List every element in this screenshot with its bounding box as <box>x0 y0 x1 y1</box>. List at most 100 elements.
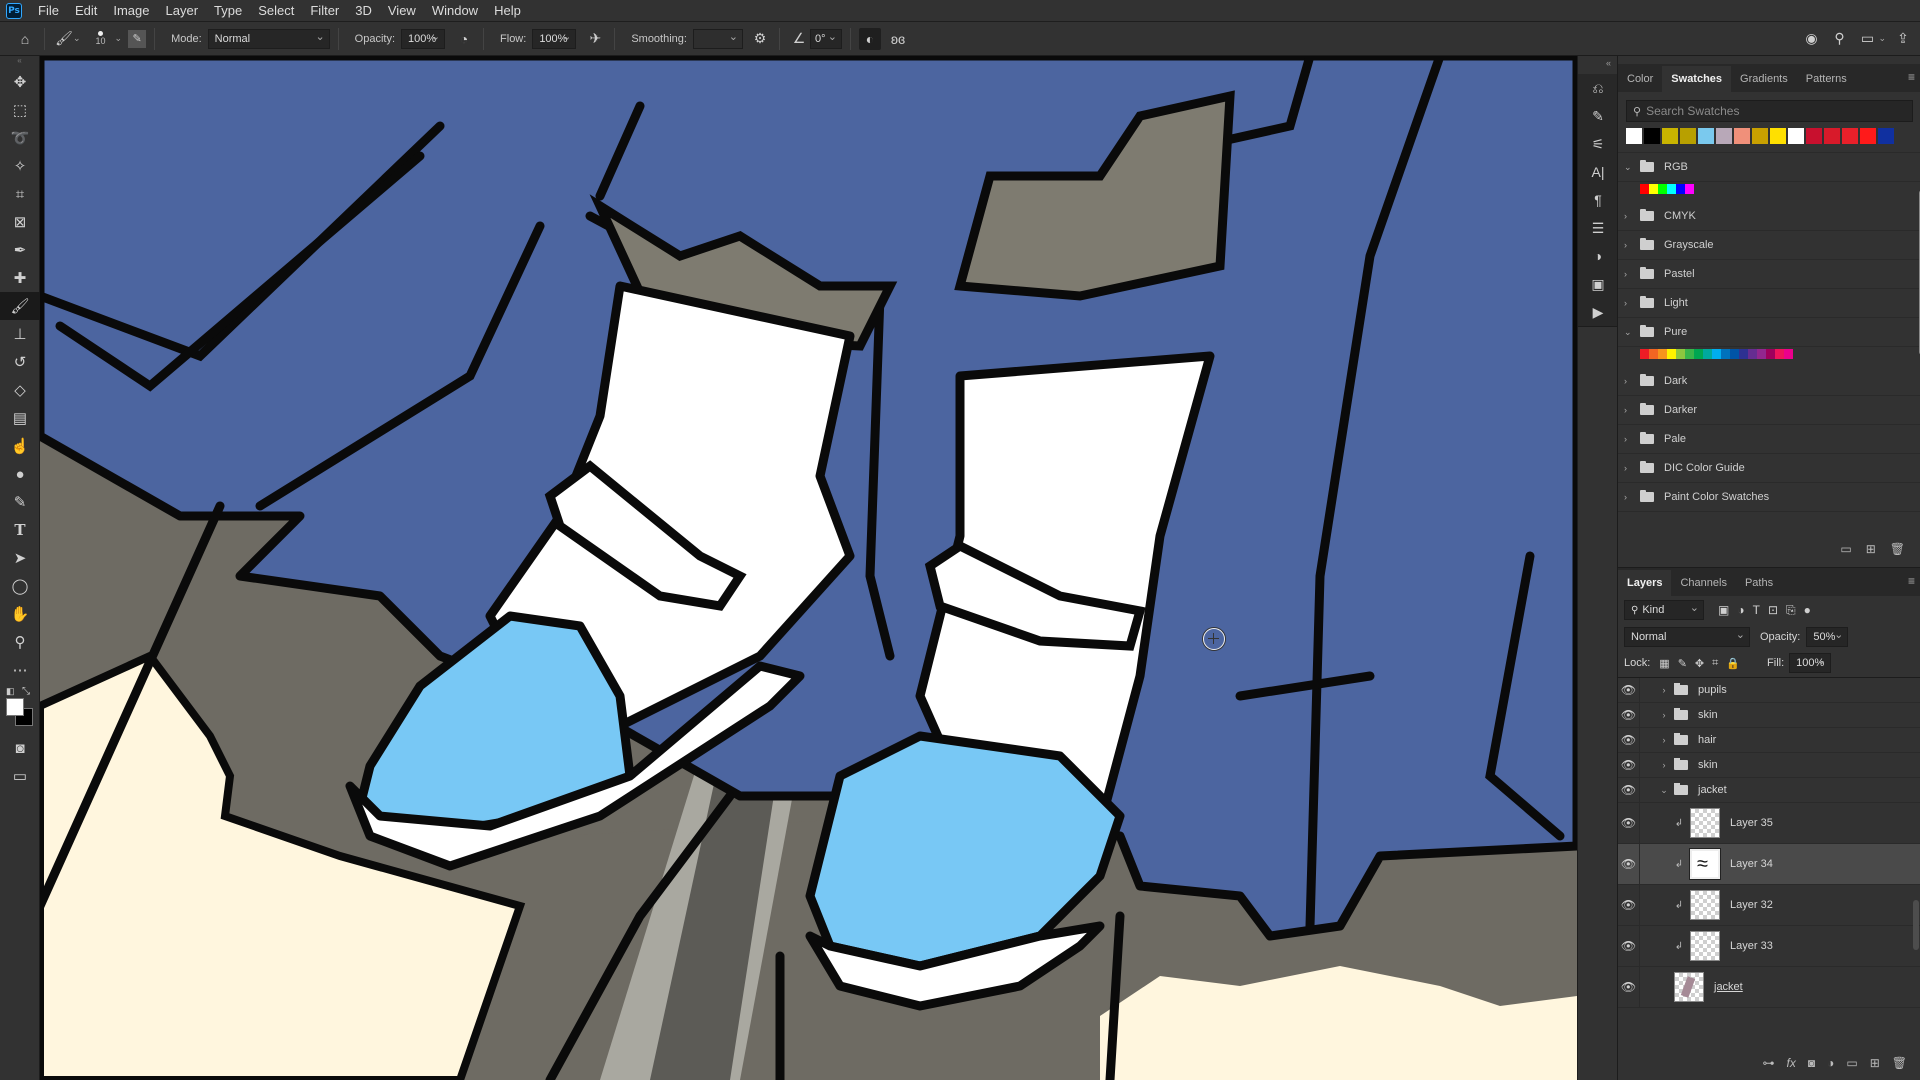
marquee-tool-icon[interactable]: ⬚ <box>0 96 40 124</box>
swatch[interactable] <box>1712 349 1721 359</box>
mode-dropdown[interactable]: Normal <box>207 28 330 49</box>
layer-thumbnail[interactable] <box>1689 848 1721 880</box>
layer-group-row[interactable]: 👁 › pupils <box>1618 678 1920 703</box>
swatch[interactable] <box>1658 349 1667 359</box>
swatch[interactable] <box>1685 184 1694 194</box>
smoothing-settings-gear-icon[interactable]: ⚙ <box>749 28 771 50</box>
brush-size-chevron-icon[interactable]: ⌄ <box>115 33 123 44</box>
swatch-group[interactable]: ⌄ RGB <box>1618 153 1920 182</box>
screen-mode-icon[interactable]: ▭ <box>0 762 40 790</box>
tab-color[interactable]: Color <box>1618 66 1662 92</box>
filter-toggle-icon[interactable]: ● <box>1804 603 1811 618</box>
recent-swatch[interactable] <box>1788 128 1804 144</box>
fill-input[interactable]: 100% <box>1789 653 1832 673</box>
actions-panel-icon[interactable]: ▶ <box>1578 298 1618 326</box>
visibility-eye-icon[interactable]: 👁 <box>1618 778 1640 802</box>
chevron-right-icon[interactable]: › <box>1624 405 1636 415</box>
swatch[interactable] <box>1676 184 1685 194</box>
menu-filter[interactable]: Filter <box>302 0 347 22</box>
pressure-size-icon[interactable]: ◐ <box>858 27 881 50</box>
character-panel-icon[interactable]: A| <box>1578 158 1618 186</box>
layer-name[interactable]: Layer 35 <box>1730 817 1773 829</box>
toolbar-collapse-icon[interactable]: « <box>0 56 39 66</box>
lock-position-icon[interactable]: ✥ <box>1695 657 1704 670</box>
layer-name[interactable]: Layer 34 <box>1730 858 1773 870</box>
eraser-tool-icon[interactable]: ◇ <box>0 376 40 404</box>
menu-type[interactable]: Type <box>206 0 250 22</box>
tab-channels[interactable]: Channels <box>1671 570 1735 596</box>
new-layer-icon[interactable]: ⊞ <box>1870 1056 1880 1070</box>
layer-name[interactable]: Layer 33 <box>1730 940 1773 952</box>
adjustments-panel-icon[interactable]: ☰ <box>1578 214 1618 242</box>
magic-wand-tool-icon[interactable]: ✧ <box>0 152 40 180</box>
type-tool-icon[interactable]: T <box>0 516 40 544</box>
layer-group-row[interactable]: 👁 › skin <box>1618 753 1920 778</box>
collapse-panels-icon[interactable]: « <box>1606 58 1611 68</box>
visibility-eye-icon[interactable]: 👁 <box>1618 753 1640 777</box>
recent-swatch[interactable] <box>1734 128 1750 144</box>
swatches-panel-menu-icon[interactable]: ≡ <box>1908 70 1915 84</box>
frame-tool-icon[interactable]: ⊠ <box>0 208 40 236</box>
share-icon[interactable]: ⇪ <box>1892 28 1914 50</box>
brush-tool-icon[interactable]: 🖌 <box>0 292 40 320</box>
photoshop-logo-icon[interactable]: Ps <box>6 2 22 19</box>
layer-thumbnail[interactable] <box>1690 890 1720 920</box>
swatch[interactable] <box>1766 349 1775 359</box>
layer-row[interactable]: 👁 ↲ Layer 34 <box>1618 844 1920 885</box>
swatch-group[interactable]: ⌄ Pure <box>1618 318 1920 347</box>
move-tool-icon[interactable]: ✥ <box>0 68 40 96</box>
workspace-chevron-icon[interactable]: ⌄ <box>1878 33 1886 44</box>
history-brush-tool-icon[interactable]: ↺ <box>0 348 40 376</box>
foreground-color[interactable] <box>6 698 24 716</box>
swatch[interactable] <box>1694 349 1703 359</box>
chevron-right-icon[interactable]: › <box>1658 735 1670 745</box>
recent-swatch[interactable] <box>1824 128 1840 144</box>
symmetry-butterfly-icon[interactable]: ʚɞ <box>887 28 909 50</box>
learn-icon[interactable]: ◉ <box>1800 28 1822 50</box>
swatch[interactable] <box>1721 349 1730 359</box>
layer-filter-dropdown[interactable]: ⚲ Kind <box>1624 600 1704 620</box>
swatch[interactable] <box>1658 184 1667 194</box>
menu-edit[interactable]: Edit <box>67 0 105 22</box>
chevron-right-icon[interactable]: › <box>1624 492 1636 502</box>
swap-colors-icon[interactable]: ⤡ <box>22 686 30 697</box>
delete-layer-icon[interactable]: 🗑 <box>1892 1056 1907 1070</box>
flow-input[interactable]: 100% <box>532 28 577 49</box>
layer-row[interactable]: 👁 jacket <box>1618 967 1920 1008</box>
swatch[interactable] <box>1703 349 1712 359</box>
menu-image[interactable]: Image <box>105 0 157 22</box>
chevron-down-icon[interactable]: ⌄ <box>1624 327 1636 338</box>
layer-row[interactable]: 👁 ↲ Layer 32 <box>1618 885 1920 926</box>
swatches-scrollbar[interactable] <box>1913 184 1920 549</box>
layer-thumbnail[interactable] <box>1674 972 1704 1002</box>
layer-row[interactable]: 👁 ↲ Layer 35 <box>1618 803 1920 844</box>
visibility-eye-icon[interactable]: 👁 <box>1618 803 1640 843</box>
menu-file[interactable]: File <box>30 0 67 22</box>
visibility-eye-icon[interactable]: 👁 <box>1618 926 1640 966</box>
layer-group-row[interactable]: 👁 ⌄ jacket <box>1618 778 1920 803</box>
menu-view[interactable]: View <box>380 0 424 22</box>
brush-settings-panel-icon[interactable]: ✎ <box>128 29 147 48</box>
brush-preset-chevron-icon[interactable]: ⌄ <box>73 33 81 44</box>
layer-name[interactable]: jacket <box>1714 981 1743 993</box>
recent-swatch[interactable] <box>1842 128 1858 144</box>
swatch[interactable] <box>1757 349 1766 359</box>
layers-scroll-thumb[interactable] <box>1913 900 1919 950</box>
chevron-down-icon[interactable]: ⌄ <box>1624 162 1636 173</box>
layer-name[interactable]: skin <box>1698 709 1718 721</box>
filter-smart-object-icon[interactable]: ⎘ <box>1786 603 1796 618</box>
new-swatch-group-icon[interactable]: ▭ <box>1840 542 1851 556</box>
paragraph-panel-icon[interactable]: ¶ <box>1578 186 1618 214</box>
brushes-panel-icon[interactable]: ⚟ <box>1578 130 1618 158</box>
swatch-group[interactable]: › Dark <box>1618 367 1920 396</box>
more-tools-icon[interactable]: ⋯ <box>0 656 40 684</box>
layer-name[interactable]: pupils <box>1698 684 1727 696</box>
dodge-tool-icon[interactable]: ● <box>0 460 40 488</box>
layer-opacity-input[interactable]: 50% <box>1806 627 1849 647</box>
swatch[interactable] <box>1730 349 1739 359</box>
recent-swatch[interactable] <box>1878 128 1894 144</box>
chevron-right-icon[interactable]: › <box>1658 760 1670 770</box>
chevron-right-icon[interactable]: › <box>1624 211 1636 221</box>
chevron-down-icon[interactable]: ⌄ <box>1658 785 1670 796</box>
chevron-right-icon[interactable]: › <box>1624 463 1636 473</box>
